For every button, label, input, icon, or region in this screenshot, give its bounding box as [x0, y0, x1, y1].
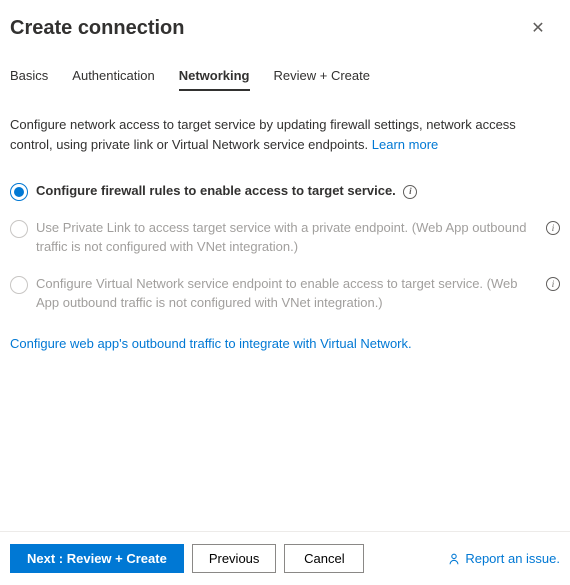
report-issue-link[interactable]: Report an issue. — [447, 551, 560, 566]
tabs: Basics Authentication Networking Review … — [0, 60, 570, 91]
page-title: Create connection — [10, 17, 184, 40]
close-button[interactable]: ✕ — [526, 16, 550, 40]
option-label-text: Configure firewall rules to enable acces… — [36, 183, 396, 198]
tab-networking[interactable]: Networking — [179, 60, 250, 91]
description-text: Configure network access to target servi… — [10, 117, 516, 152]
tab-basics[interactable]: Basics — [10, 60, 48, 91]
radio-group: Configure firewall rules to enable acces… — [10, 182, 560, 312]
learn-more-link[interactable]: Learn more — [372, 137, 438, 152]
tab-content: Configure network access to target servi… — [0, 115, 570, 531]
panel-header: Create connection ✕ — [0, 0, 570, 60]
close-icon: ✕ — [531, 18, 544, 38]
option-label: Configure Virtual Network service endpoi… — [36, 275, 538, 313]
tab-authentication[interactable]: Authentication — [72, 60, 154, 91]
info-icon[interactable]: i — [403, 185, 417, 199]
option-label: Configure firewall rules to enable acces… — [36, 182, 560, 201]
info-icon[interactable]: i — [546, 277, 560, 291]
cancel-button[interactable]: Cancel — [284, 544, 364, 573]
option-vnet-endpoint: Configure Virtual Network service endpoi… — [10, 275, 560, 313]
option-label: Use Private Link to access target servic… — [36, 219, 538, 257]
description: Configure network access to target servi… — [10, 115, 560, 154]
configure-vnet-link[interactable]: Configure web app's outbound traffic to … — [10, 336, 560, 351]
next-button[interactable]: Next : Review + Create — [10, 544, 184, 573]
footer: Next : Review + Create Previous Cancel R… — [0, 531, 570, 585]
option-private-link: Use Private Link to access target servic… — [10, 219, 560, 257]
feedback-icon — [447, 552, 461, 566]
radio-disabled-icon — [10, 276, 28, 294]
info-icon[interactable]: i — [546, 221, 560, 235]
previous-button[interactable]: Previous — [192, 544, 277, 573]
radio-selected-icon[interactable] — [10, 183, 28, 201]
report-issue-text: Report an issue. — [465, 551, 560, 566]
radio-disabled-icon — [10, 220, 28, 238]
option-firewall[interactable]: Configure firewall rules to enable acces… — [10, 182, 560, 201]
tab-review-create[interactable]: Review + Create — [274, 60, 370, 91]
